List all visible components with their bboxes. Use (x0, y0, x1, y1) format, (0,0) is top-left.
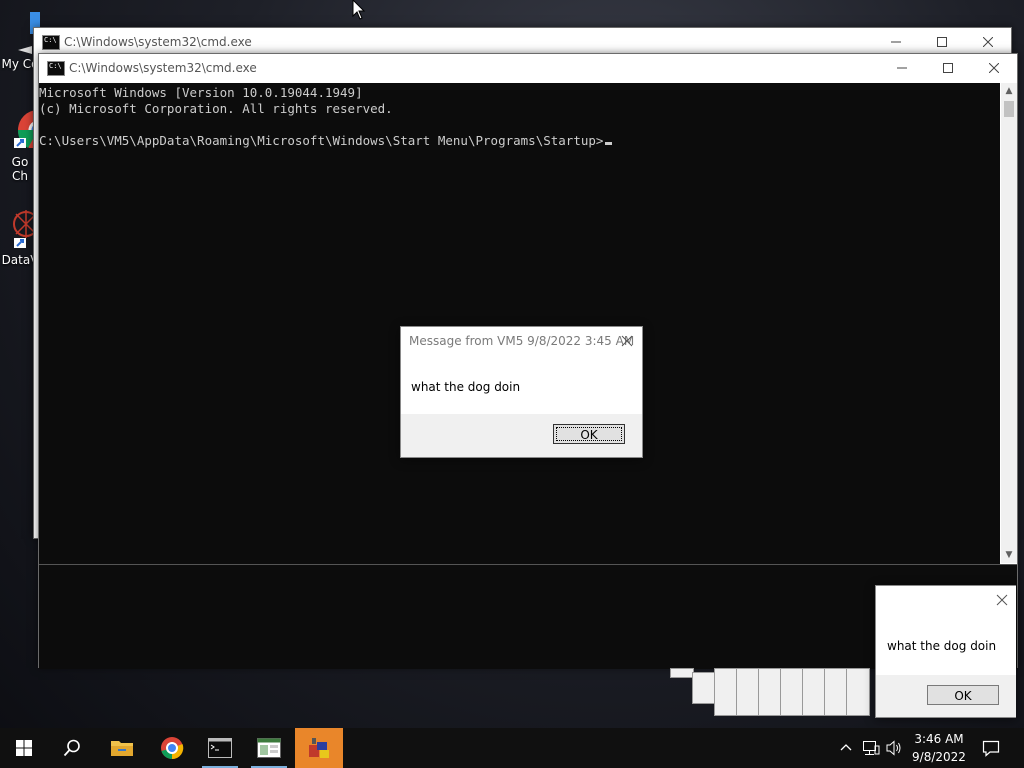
stacked-msgbox-edge (736, 668, 760, 716)
folder-icon (111, 741, 133, 756)
stacked-msgbox-edge (670, 668, 694, 678)
cmd-front-titlebar[interactable]: C:\Windows\system32\cmd.exe (39, 54, 1017, 82)
msg-app-button[interactable] (295, 728, 343, 768)
vertical-scrollbar[interactable]: ▲ ▼ (1001, 83, 1017, 563)
network-icon[interactable] (862, 740, 880, 756)
msg-app-icon (309, 738, 329, 758)
minimize-button[interactable] (873, 28, 919, 56)
message-text: what the dog doin (887, 639, 997, 653)
console-output[interactable]: Microsoft Windows [Version 10.0.19044.19… (39, 83, 1000, 565)
app-button[interactable] (245, 728, 293, 768)
minimize-icon (891, 41, 901, 43)
minimize-button[interactable] (879, 54, 925, 82)
cmd-button[interactable] (196, 728, 244, 768)
message-box-corner[interactable]: what the dog doin OK (875, 585, 1016, 718)
close-button[interactable] (616, 330, 638, 352)
console-line: ​ (39, 117, 1000, 133)
close-icon (989, 63, 999, 73)
message-footer: OK (401, 414, 642, 457)
clock-time[interactable]: 3:46 AM (908, 732, 970, 746)
search-icon (63, 739, 80, 757)
ok-button[interactable]: OK (927, 685, 999, 705)
stacked-msgbox-edge (714, 668, 738, 716)
cmd-icon (208, 738, 232, 758)
window-app-icon (257, 738, 281, 758)
search-button[interactable] (48, 728, 96, 768)
console-lower-pane (39, 564, 1017, 669)
minimize-icon (897, 67, 907, 69)
stacked-msgbox-edge (780, 668, 804, 716)
cmd-back-title: C:\Windows\system32\cmd.exe (64, 35, 252, 49)
chevron-up-icon[interactable] (840, 742, 852, 754)
maximize-button[interactable] (925, 54, 971, 82)
ok-button[interactable]: OK (553, 424, 625, 444)
maximize-icon (943, 63, 953, 73)
taskbar: 3:46 AM 9/8/2022 (0, 728, 1024, 768)
close-icon (996, 594, 1008, 606)
cmd-front-title: C:\Windows\system32\cmd.exe (69, 61, 257, 75)
message-footer: OK (876, 675, 1016, 717)
scroll-up-arrow-icon[interactable]: ▲ (1001, 83, 1017, 99)
close-icon (621, 335, 633, 347)
message-text: what the dog doin (411, 380, 521, 394)
maximize-button[interactable] (919, 28, 965, 56)
chrome-icon (161, 737, 184, 760)
cmd-icon (42, 35, 60, 50)
scroll-thumb[interactable] (1004, 101, 1014, 117)
stacked-msgbox-edge (802, 668, 826, 716)
start-button[interactable] (0, 728, 48, 768)
windows-logo-icon (16, 740, 32, 756)
close-button[interactable] (991, 589, 1013, 611)
text-cursor (605, 142, 613, 145)
cmd-icon (47, 61, 65, 76)
chrome-button[interactable] (148, 728, 196, 768)
message-box-main[interactable]: Message from VM5 9/8/2022 3:45 AM what t… (400, 326, 643, 458)
message-title: Message from VM5 9/8/2022 3:45 AM (409, 334, 635, 348)
stacked-msgbox-edge (824, 668, 848, 716)
stacked-msgbox-edge (846, 668, 870, 716)
notification-icon[interactable] (982, 739, 1000, 757)
mouse-pointer-icon (352, 0, 366, 20)
stacked-msgbox-edge (692, 672, 716, 704)
close-button[interactable] (971, 54, 1017, 82)
scroll-down-arrow-icon[interactable]: ▼ (1001, 547, 1017, 563)
console-line: (c) Microsoft Corporation. All rights re… (39, 101, 393, 116)
console-line: Microsoft Windows [Version 10.0.19044.19… (39, 85, 363, 100)
maximize-icon (937, 37, 947, 47)
cmd-back-titlebar[interactable]: C:\Windows\system32\cmd.exe (34, 28, 1011, 56)
stacked-msgbox-edge (758, 668, 782, 716)
console-prompt-line: C:\Users\VM5\AppData\Roaming\Microsoft\W… (39, 133, 1000, 149)
console-prompt: C:\Users\VM5\AppData\Roaming\Microsoft\W… (39, 133, 604, 148)
close-icon (983, 37, 993, 47)
stacked-message-boxes (670, 668, 880, 716)
volume-icon[interactable] (885, 740, 903, 756)
clock-date[interactable]: 9/8/2022 (908, 750, 970, 764)
close-button[interactable] (965, 28, 1011, 56)
file-explorer-button[interactable] (98, 728, 146, 768)
